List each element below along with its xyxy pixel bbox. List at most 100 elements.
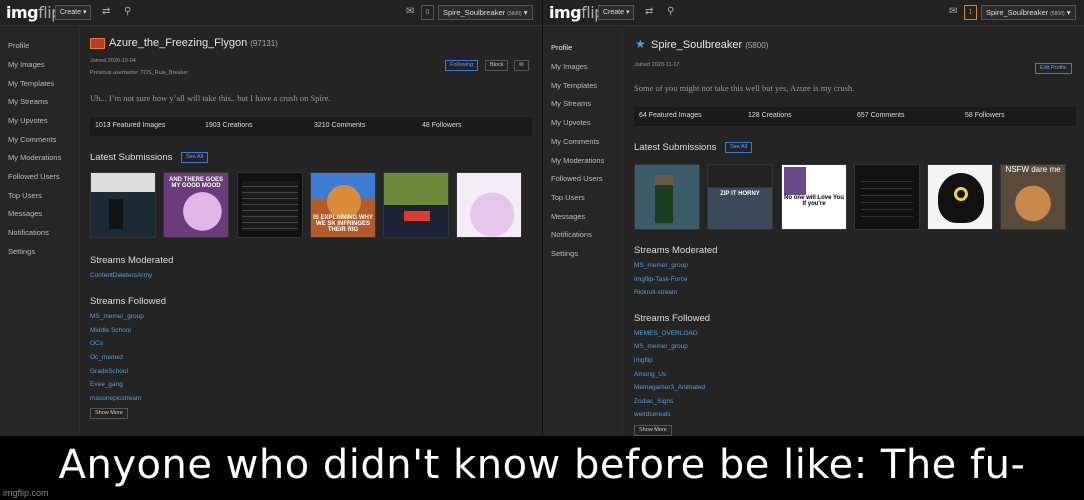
user-avatar-icon [90, 38, 105, 49]
nav-my-moderations[interactable]: My Moderations [551, 156, 604, 165]
profile-username: Azure_the_Freezing_Flygon (97131) [109, 37, 278, 49]
followed-stream-link[interactable]: weirdcereals [634, 411, 671, 418]
create-button[interactable]: Create ▾ [598, 5, 635, 20]
top-navbar: imgflip Create ▾ ⇄ ⚲ ✉ 1 Spire_Soulbreak… [543, 0, 1084, 26]
nav-my-templates[interactable]: My Templates [551, 81, 597, 90]
nav-my-templates[interactable]: My Templates [8, 79, 54, 88]
nav-my-streams[interactable]: My Streams [8, 97, 48, 106]
followed-stream-link[interactable]: imgflip [634, 357, 653, 364]
user-menu-button[interactable]: Spire_Soulbreaker (5800) ▾ [981, 5, 1076, 20]
nav-my-upvotes[interactable]: My Upvotes [551, 118, 591, 127]
see-all-button[interactable]: See All [725, 142, 753, 153]
followed-stream-link[interactable]: Evee_gang [90, 381, 123, 388]
submission-thumb[interactable]: IS EXPLAINING WHY WE SK INFRINGES THEIR … [310, 172, 376, 238]
moderated-stream-link[interactable]: ContentDeletersArmy [90, 272, 152, 279]
stat-creations[interactable]: 128 Creations [748, 112, 792, 119]
thumb-caption: ZIP IT HORNY [720, 191, 760, 197]
nav-messages[interactable]: Messages [551, 212, 585, 221]
nav-my-moderations[interactable]: My Moderations [8, 153, 61, 162]
nav-followed-users[interactable]: Followed Users [8, 172, 60, 181]
notification-count[interactable]: 0 [421, 5, 434, 20]
nav-settings[interactable]: Settings [551, 249, 578, 258]
nav-my-upvotes[interactable]: My Upvotes [8, 116, 48, 125]
stat-featured[interactable]: 64 Featured Images [639, 112, 702, 119]
moderated-stream-link[interactable]: Imgflip-Task-Force [634, 276, 687, 283]
nav-my-images[interactable]: My Images [551, 62, 588, 71]
streams-followed-title: Streams Followed [634, 313, 711, 324]
followed-stream-link[interactable]: Middle School [90, 327, 131, 334]
username-text: Spire_Soulbreaker [651, 39, 743, 51]
thumb-figure-ring [954, 187, 968, 201]
streams-followed-title: Streams Followed [90, 296, 167, 307]
thumb-caption: AND THERE GOES MY GOOD MOOD [168, 177, 223, 189]
submission-thumb[interactable]: NSFW dare me [1000, 164, 1066, 230]
profile-main: ★ Spire_Soulbreaker (5800) Joined 2020-1… [623, 27, 1084, 436]
following-button[interactable]: Following [445, 60, 479, 71]
show-more-button[interactable]: Show More [634, 425, 672, 436]
mail-icon[interactable]: ✉ [406, 6, 414, 18]
user-menu-button[interactable]: Spire_Soulbreaker (5800) ▾ [438, 5, 533, 20]
notification-count[interactable]: 1 [964, 5, 977, 20]
thumb-figure [109, 199, 123, 229]
followed-stream-link[interactable]: MS_memer_group [634, 343, 688, 350]
submission-thumb[interactable] [854, 164, 920, 230]
stat-followers[interactable]: 48 Followers [422, 122, 462, 129]
followed-stream-link[interactable]: Memegamer3_Animated [634, 384, 705, 391]
stat-comments[interactable]: 3210 Comments [314, 122, 365, 129]
nav-top-users[interactable]: Top Users [8, 191, 42, 200]
user-menu-name: Spire_Soulbreaker [443, 8, 506, 17]
stat-followers[interactable]: 58 Followers [965, 112, 1005, 119]
see-all-button[interactable]: See All [181, 152, 209, 163]
followed-stream-link[interactable]: Among_Us [634, 371, 666, 378]
stat-featured[interactable]: 1013 Featured Images [95, 122, 165, 129]
search-icon[interactable]: ⚲ [667, 6, 674, 18]
screenshot-root: imgflip Create ▾ ⇄ ⚲ ✉ 0 Spire_Soulbreak… [0, 0, 1084, 500]
nav-settings[interactable]: Settings [8, 247, 35, 256]
nav-profile[interactable]: Profile [551, 43, 572, 52]
block-button[interactable]: Block [485, 60, 509, 71]
moderated-stream-link[interactable]: MS_memer_group [634, 262, 688, 269]
submission-thumb[interactable]: ZIP IT HORNY [707, 164, 773, 230]
stat-comments[interactable]: 657 Comments [857, 112, 904, 119]
followed-stream-link[interactable]: GradeSchool [90, 368, 128, 375]
mail-icon[interactable]: ✉ [949, 6, 957, 18]
nav-my-images[interactable]: My Images [8, 60, 45, 69]
shuffle-icon[interactable]: ⇄ [102, 6, 110, 18]
imgflip-logo[interactable]: imgflip [549, 3, 604, 22]
submission-thumb[interactable]: AND THERE GOES MY GOOD MOOD [163, 172, 229, 238]
nav-messages[interactable]: Messages [8, 209, 42, 218]
nav-my-comments[interactable]: My Comments [551, 137, 599, 146]
search-icon[interactable]: ⚲ [124, 6, 131, 18]
submission-thumb[interactable] [383, 172, 449, 238]
nav-top-users[interactable]: Top Users [551, 193, 585, 202]
followed-stream-link[interactable]: MS_memer_group [90, 313, 144, 320]
imgflip-logo[interactable]: imgflip [6, 3, 61, 22]
edit-profile-button[interactable]: Edit Profile [1035, 63, 1072, 74]
shuffle-icon[interactable]: ⇄ [645, 6, 653, 18]
submission-thumb[interactable] [634, 164, 700, 230]
sidebar-nav: Profile My Images My Templates My Stream… [0, 27, 80, 436]
nav-profile[interactable]: Profile [8, 41, 29, 50]
nav-notifications[interactable]: Notifications [551, 230, 592, 239]
create-button[interactable]: Create ▾ [55, 5, 92, 20]
submission-thumb[interactable] [927, 164, 993, 230]
moderated-stream-link[interactable]: Rickroll-stream [634, 289, 677, 296]
submission-thumb[interactable]: No one will Love You If you're [781, 164, 847, 230]
followed-stream-link[interactable]: Oc_memez [90, 354, 123, 361]
nav-my-streams[interactable]: My Streams [551, 99, 591, 108]
submission-thumb[interactable] [456, 172, 522, 238]
username-points: (5800) [745, 41, 769, 50]
followed-stream-link[interactable]: MEMES_OVERLOAD [634, 330, 698, 337]
submission-thumb[interactable] [90, 172, 156, 238]
nav-my-comments[interactable]: My Comments [8, 135, 56, 144]
nav-followed-users[interactable]: Followed Users [551, 174, 603, 183]
show-more-button[interactable]: Show More [90, 408, 128, 419]
followed-stream-link[interactable]: masonepicstream [90, 395, 141, 402]
followed-stream-link[interactable]: OCs [90, 340, 103, 347]
message-user-icon[interactable]: ✉ [514, 60, 529, 71]
thumb-figure [404, 211, 430, 221]
nav-notifications[interactable]: Notifications [8, 228, 49, 237]
followed-stream-link[interactable]: Zodiac_Signs [634, 398, 673, 405]
submission-thumb[interactable] [237, 172, 303, 238]
stat-creations[interactable]: 1903 Creations [205, 122, 252, 129]
